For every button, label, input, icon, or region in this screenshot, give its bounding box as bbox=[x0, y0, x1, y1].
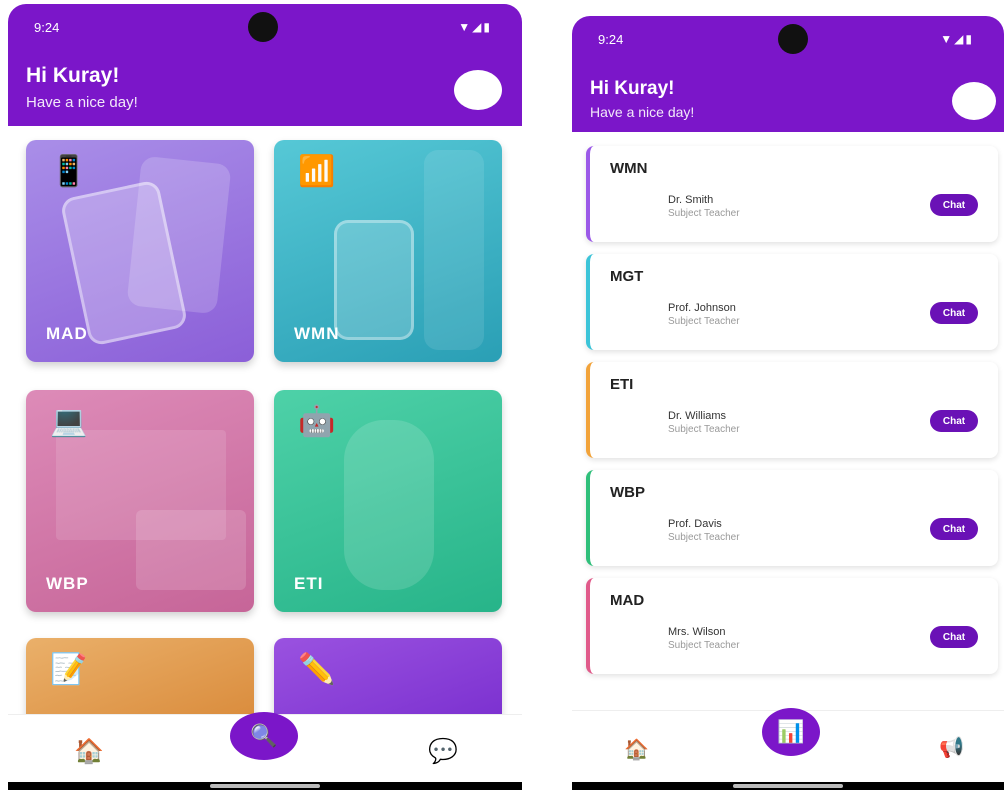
subject-list-item[interactable]: MGT Prof. Johnson Subject Teacher Chat bbox=[586, 254, 998, 350]
greeting-title: Hi Kuray! bbox=[26, 64, 120, 87]
subject-code: ETI bbox=[610, 376, 634, 393]
chat-button[interactable]: Chat bbox=[930, 626, 978, 648]
subject-list-item[interactable]: MAD Mrs. Wilson Subject Teacher Chat bbox=[586, 578, 998, 674]
teacher-role: Subject Teacher bbox=[668, 316, 740, 327]
camera-cutout bbox=[778, 24, 808, 54]
phone-screen-home: 9:24 ▼◢▮ Hi Kuray! Have a nice day! 📱 MA… bbox=[8, 4, 522, 790]
laptop-icon: 💻 bbox=[50, 405, 88, 438]
system-home-bar bbox=[572, 782, 1004, 790]
app-header: Hi Kuray! Have a nice day! bbox=[572, 60, 1004, 132]
subject-card-label: ETI bbox=[294, 574, 324, 593]
chat-button[interactable]: Chat bbox=[930, 410, 978, 432]
teacher-name: Dr. Williams bbox=[668, 410, 727, 422]
megaphone-icon[interactable]: 📢 bbox=[939, 735, 964, 760]
chat-icon[interactable]: 💬 bbox=[428, 737, 458, 766]
search-fab-button[interactable]: 🔍 bbox=[230, 712, 298, 760]
phone-screen-subjects: 9:24 ▼◢▮ Hi Kuray! Have a nice day! WMN … bbox=[572, 16, 1004, 790]
subject-list-item[interactable]: WMN Dr. Smith Subject Teacher Chat bbox=[586, 146, 998, 242]
subject-list-item[interactable]: WBP Prof. Davis Subject Teacher Chat bbox=[586, 470, 998, 566]
greeting-title: Hi Kuray! bbox=[590, 78, 675, 99]
bar-chart-icon: 📊 bbox=[777, 719, 805, 744]
subject-list-item[interactable]: ETI Dr. Williams Subject Teacher Chat bbox=[586, 362, 998, 458]
subject-code: MAD bbox=[610, 592, 645, 609]
teacher-role: Subject Teacher bbox=[668, 640, 740, 651]
home-icon[interactable]: 🏠 bbox=[624, 737, 649, 762]
profile-avatar[interactable] bbox=[952, 82, 996, 120]
camera-cutout bbox=[248, 12, 278, 42]
search-icon: 🔍 bbox=[250, 723, 278, 748]
subject-card-mad[interactable]: 📱 MAD bbox=[26, 140, 254, 362]
subject-code: WMN bbox=[610, 160, 648, 177]
teacher-name: Prof. Davis bbox=[668, 518, 722, 530]
teacher-role: Subject Teacher bbox=[668, 532, 740, 543]
phone-icon: 📱 bbox=[50, 155, 88, 188]
subject-card-label: WMN bbox=[294, 324, 340, 343]
chat-button[interactable]: Chat bbox=[930, 518, 978, 540]
signal-battery-icon: ▼◢▮ bbox=[940, 32, 974, 46]
profile-avatar[interactable] bbox=[454, 70, 502, 110]
subject-code: MGT bbox=[610, 268, 644, 285]
subject-card-wbp[interactable]: 💻 WBP bbox=[26, 390, 254, 612]
home-icon[interactable]: 🏠 bbox=[74, 737, 104, 766]
wifi-icon: 📶 bbox=[298, 155, 336, 188]
teacher-role: Subject Teacher bbox=[668, 208, 740, 219]
app-header: Hi Kuray! Have a nice day! bbox=[8, 48, 522, 126]
subject-card-label: MAD bbox=[46, 324, 88, 343]
teacher-name: Mrs. Wilson bbox=[668, 626, 726, 638]
system-home-bar bbox=[8, 782, 522, 790]
teacher-name: Prof. Johnson bbox=[668, 302, 736, 314]
teacher-role: Subject Teacher bbox=[668, 424, 740, 435]
signal-battery-icon: ▼◢▮ bbox=[458, 20, 492, 34]
chat-button[interactable]: Chat bbox=[930, 194, 978, 216]
status-time: 9:24 bbox=[34, 20, 60, 35]
status-bar: 9:24 ▼◢▮ bbox=[8, 4, 522, 48]
teacher-name: Dr. Smith bbox=[668, 194, 714, 206]
stats-fab-button[interactable]: 📊 bbox=[762, 708, 820, 756]
chat-button[interactable]: Chat bbox=[930, 302, 978, 324]
memo-icon: 📝 bbox=[50, 653, 88, 686]
greeting-subtitle: Have a nice day! bbox=[590, 104, 695, 120]
greeting-subtitle: Have a nice day! bbox=[26, 94, 138, 111]
subject-code: WBP bbox=[610, 484, 645, 501]
subject-card-label: WBP bbox=[46, 574, 89, 593]
subject-card-wmn[interactable]: 📶 WMN bbox=[274, 140, 502, 362]
pencil-icon: ✏️ bbox=[298, 653, 336, 686]
status-bar: 9:24 ▼◢▮ bbox=[572, 16, 1004, 60]
status-time: 9:24 bbox=[598, 32, 624, 47]
robot-icon: 🤖 bbox=[298, 405, 336, 438]
subject-card-eti[interactable]: 🤖 ETI bbox=[274, 390, 502, 612]
